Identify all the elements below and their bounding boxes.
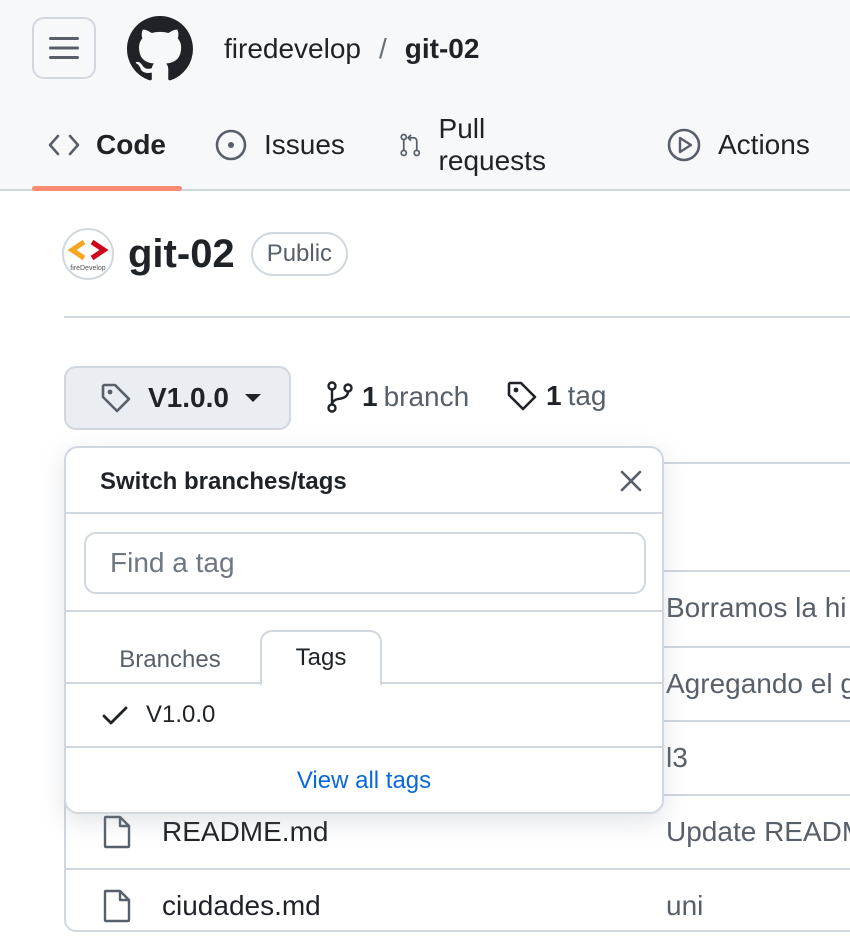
firedevelop-logo-icon: fireDevelop [67,239,109,272]
tab-tags[interactable]: Tags [260,630,382,686]
github-logo-icon[interactable] [127,16,193,82]
list-item[interactable]: V1.0.0 [66,684,662,748]
commit-message[interactable]: Update READM [666,816,850,848]
file-icon [103,815,131,849]
repo-title: fireDevelop git-02 Public [62,228,349,280]
current-ref-label: V1.0.0 [148,382,229,413]
tab-branches[interactable]: Branches [100,640,240,680]
find-tag-input[interactable] [84,532,646,594]
dropdown-filter [66,514,662,612]
tag-label: tag [567,380,607,411]
branch-count: 1 [362,381,378,412]
issue-opened-icon [215,129,247,161]
breadcrumb-repo[interactable]: git-02 [405,30,480,68]
table-row[interactable]: ciudades.md uni [66,868,850,942]
tag-item-label: V1.0.0 [146,701,216,728]
tag-icon [507,381,537,411]
play-icon [667,128,701,162]
dropdown-title: Switch branches/tags [100,468,347,495]
file-icon [103,889,131,923]
dropdown-footer: View all tags [66,748,662,812]
visibility-badge: Public [250,232,349,276]
tab-actions-label: Actions [718,129,810,160]
tab-code[interactable]: Code [48,118,166,172]
code-icon [48,134,80,156]
commit-message[interactable]: Agregando el g [666,668,850,700]
divider [64,316,850,318]
caret-down-icon [244,394,261,402]
close-icon[interactable] [618,468,644,494]
hamburger-icon [49,37,79,59]
dropdown-header: Switch branches/tags [66,448,662,514]
avatar[interactable]: fireDevelop [62,228,114,280]
breadcrumb-separator: / [378,33,387,64]
tab-issues[interactable]: Issues [214,118,345,172]
tab-pull-requests[interactable]: Pull requests [398,113,555,176]
branch-label: branch [383,381,470,412]
ref-selector-button[interactable]: V1.0.0 [64,366,291,430]
ref-switcher-dropdown: Switch branches/tags Branches Tags V1.0.… [64,446,664,814]
repo-header: firedevelop / git-02 Code Issues Pull re… [0,0,850,191]
tag-count: 1 [546,380,562,411]
tab-actions[interactable]: Actions [666,118,810,172]
tab-code-label: Code [96,129,166,160]
git-pull-request-icon [400,133,421,157]
branch-count-link[interactable]: 1 branch [326,380,469,414]
commit-message[interactable]: Borramos la hi [666,592,847,624]
git-branch-icon [327,381,353,413]
active-tab-underline [32,186,182,191]
breadcrumb: firedevelop / git-02 [224,30,479,68]
commit-message[interactable]: l3 [666,742,688,774]
check-icon [102,706,128,725]
view-all-tags-link[interactable]: View all tags [297,767,431,795]
file-name[interactable]: README.md [162,816,328,848]
file-name[interactable]: ciudades.md [162,890,321,922]
menu-button[interactable] [32,17,96,79]
tag-icon [101,383,131,413]
commit-message[interactable]: uni [666,890,703,922]
tab-issues-label: Issues [264,129,345,160]
dropdown-tabs: Branches Tags [66,612,662,686]
svg-text:fireDevelop: fireDevelop [70,265,106,272]
breadcrumb-owner[interactable]: firedevelop [224,30,361,68]
repo-name[interactable]: git-02 [128,232,235,277]
tab-pull-requests-label: Pull requests [438,113,546,176]
tag-count-link[interactable]: 1 tag [506,380,607,412]
